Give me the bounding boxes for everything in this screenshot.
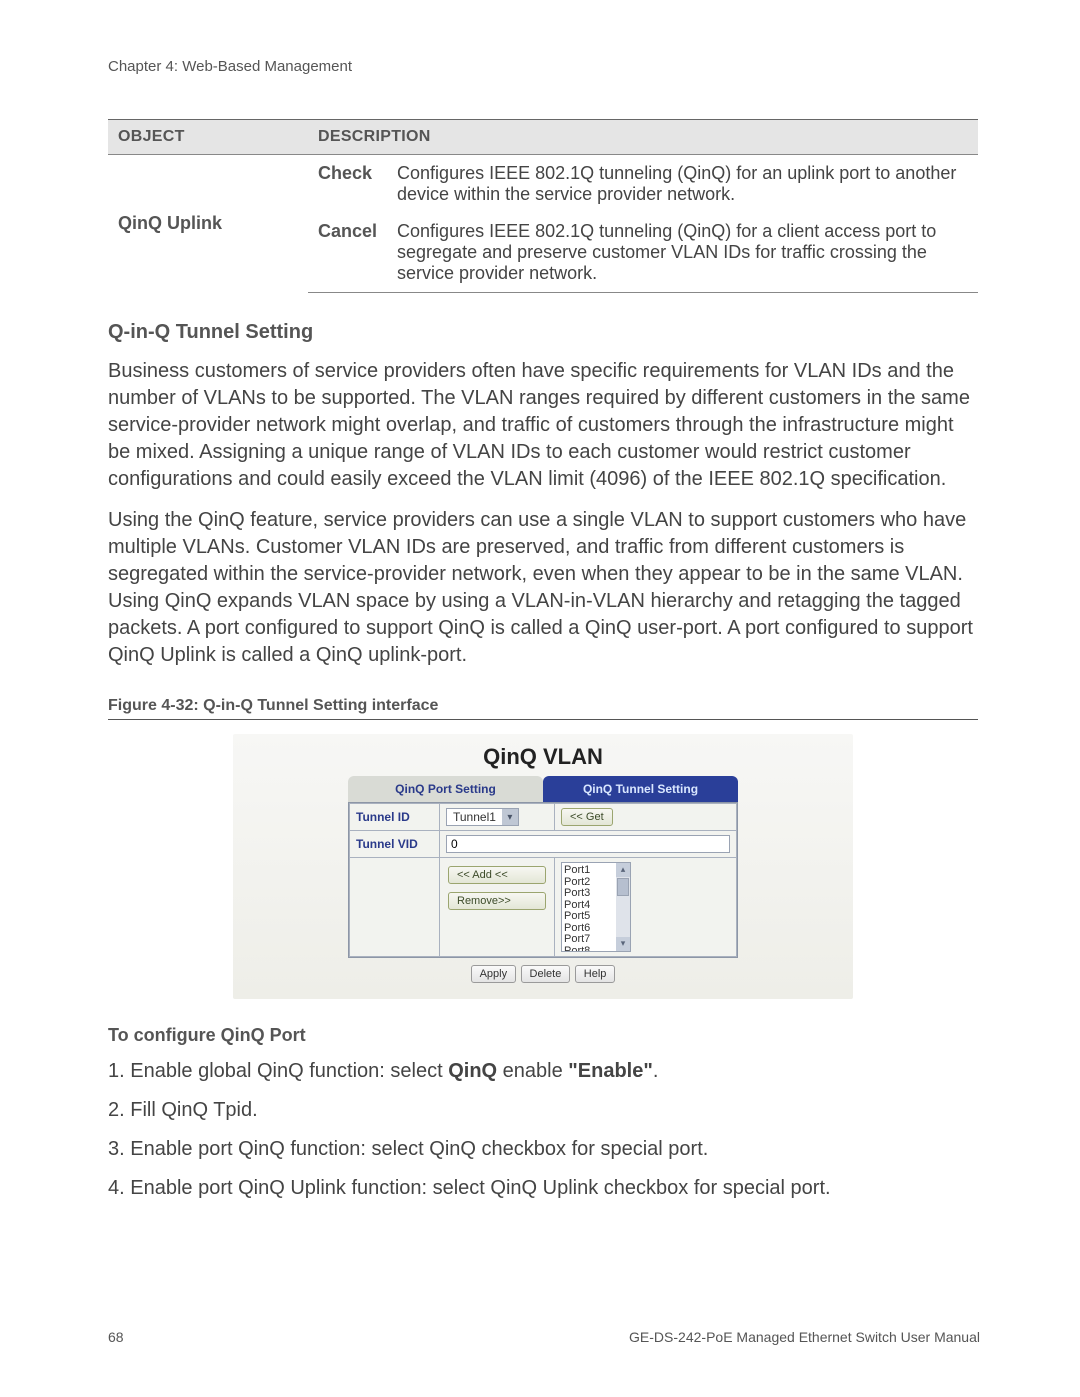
object-name: QinQ Uplink [108,155,308,293]
label-tunnel-vid: Tunnel VID [350,831,440,858]
scroll-down-icon[interactable]: ▾ [616,937,630,951]
step-1: 1. Enable global QinQ function: select Q… [108,1058,978,1085]
section-heading: Q-in-Q Tunnel Setting [108,321,978,344]
figure-caption: Figure 4-32: Q-in-Q Tunnel Setting inter… [108,697,978,715]
tunnel-setting-form: Tunnel ID Tunnel1 ▾ << Get Tunnel VID [348,802,738,958]
tab-qinq-tunnel-setting[interactable]: QinQ Tunnel Setting [543,776,738,802]
scroll-up-icon[interactable]: ▴ [616,863,630,877]
tunnel-id-select[interactable]: Tunnel1 ▾ [446,808,519,826]
step-4: 4. Enable port QinQ Uplink function: sel… [108,1175,978,1202]
chevron-down-icon: ▾ [502,809,518,825]
panel-title: QinQ VLAN [243,744,843,770]
scrollbar[interactable]: ▴ ▾ [616,863,630,951]
configure-heading: To configure QinQ Port [108,1025,978,1046]
tab-bar: QinQ Port Setting QinQ Tunnel Setting [243,776,843,802]
add-button[interactable]: << Add << [448,866,546,884]
delete-button[interactable]: Delete [521,965,571,983]
sub-action-cancel: Cancel [308,213,387,293]
desc-check: Configures IEEE 802.1Q tunneling (QinQ) … [387,155,978,214]
tunnel-vid-input[interactable] [446,835,730,853]
page-number: 68 [108,1329,124,1345]
sub-action-check: Check [308,155,387,214]
col-header-description: DESCRIPTION [308,120,978,155]
chapter-header: Chapter 4: Web-Based Management [108,58,978,75]
available-ports-list[interactable]: Port1 Port2 Port3 Port4 Port5 Port6 Port… [561,862,631,952]
col-header-object: OBJECT [108,120,308,155]
scroll-thumb[interactable] [617,878,629,896]
label-tunnel-id: Tunnel ID [350,804,440,831]
step-2: 2. Fill QinQ Tpid. [108,1097,978,1124]
get-button[interactable]: << Get [561,808,613,826]
remove-button[interactable]: Remove>> [448,892,546,910]
object-description-table: OBJECT DESCRIPTION QinQ Uplink Check Con… [108,120,978,293]
desc-cancel: Configures IEEE 802.1Q tunneling (QinQ) … [387,213,978,293]
step-3: 3. Enable port QinQ function: select Qin… [108,1136,978,1163]
divider [108,719,978,720]
configure-steps: 1. Enable global QinQ function: select Q… [108,1058,978,1202]
help-button[interactable]: Help [575,965,616,983]
selected-ports-list[interactable] [350,858,440,957]
tab-qinq-port-setting[interactable]: QinQ Port Setting [348,776,543,802]
tunnel-id-value: Tunnel1 [447,810,502,824]
apply-button[interactable]: Apply [471,965,517,983]
footer-manual-title: GE-DS-242-PoE Managed Ethernet Switch Us… [629,1329,980,1345]
section-paragraph-1: Business customers of service providers … [108,358,978,493]
section-paragraph-2: Using the QinQ feature, service provider… [108,507,978,669]
qinq-vlan-panel: QinQ VLAN QinQ Port Setting QinQ Tunnel … [233,734,853,999]
